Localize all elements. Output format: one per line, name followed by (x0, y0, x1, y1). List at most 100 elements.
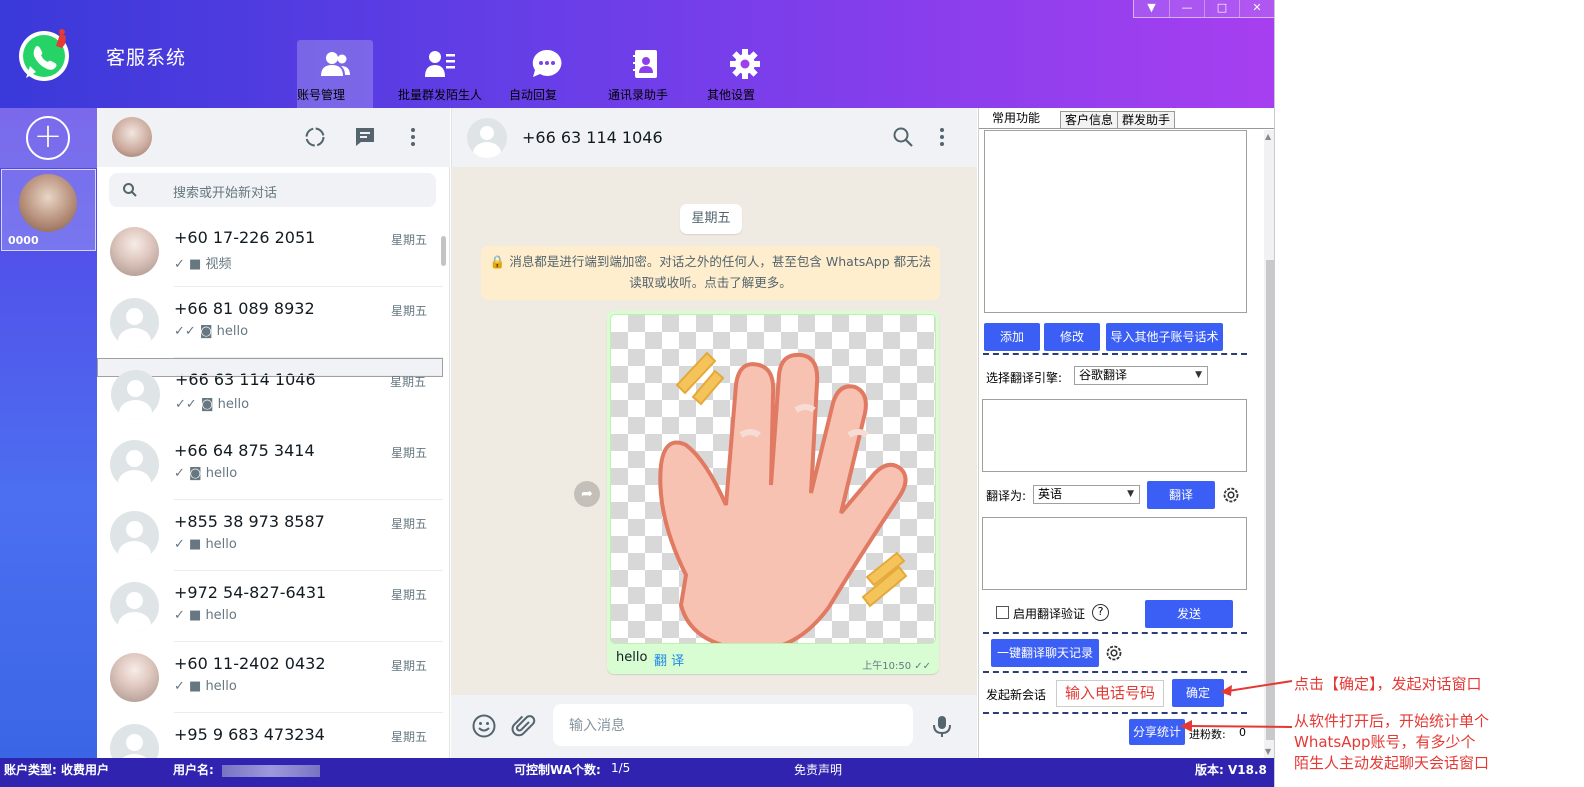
quick-replies-box[interactable] (984, 130, 1247, 313)
divider (983, 353, 1247, 355)
avatar (110, 653, 159, 702)
gear-icon[interactable] (1221, 485, 1241, 505)
share-stats-button[interactable]: 分享统计 (1129, 719, 1185, 745)
send-button[interactable]: 发送 (1145, 600, 1233, 628)
chat-list-item[interactable]: +66 63 114 1046 星期五 ✓✓ ◙ hello (97, 358, 443, 419)
chat-list-item[interactable]: +60 17-226 2051 星期五 ✓ ■ 视频 (97, 216, 443, 287)
search-input[interactable]: 搜索或开始新对话 (109, 173, 436, 207)
confirm-button[interactable]: 确定 (1172, 679, 1224, 707)
tab-label: 其他设置 (707, 88, 756, 102)
message-input[interactable]: 输入消息 (553, 704, 913, 746)
microphone-icon[interactable] (929, 713, 955, 739)
scroll-down-icon[interactable]: ▼ (1265, 747, 1271, 756)
chat-preview: ✓ ■ hello (174, 537, 237, 552)
day-chip: 星期五 (680, 204, 742, 234)
target-language-select[interactable]: 英语 ▼ (1033, 485, 1140, 504)
chat-list-panel: 搜索或开始新对话 +60 17-226 2051 星期五 ✓ ■ 视频 +66 81 … (97, 108, 450, 784)
divider (175, 375, 442, 376)
add-button[interactable]: 添加 (984, 323, 1040, 351)
encryption-notice-line: 🔒 消息都是进行端到端加密。对话之外的任何人，甚至包含 WhatsApp 都无法 (489, 254, 932, 269)
disclaimer-link[interactable]: 免责声明 (794, 761, 842, 778)
chat-name: +95 9 683 473234 (174, 725, 325, 744)
avatar (110, 511, 159, 560)
sticker-image[interactable] (610, 314, 936, 644)
more-options-icon[interactable] (930, 125, 954, 149)
emoji-icon[interactable] (471, 713, 497, 739)
my-avatar[interactable] (112, 117, 152, 157)
tab-account-management[interactable]: 账号管理 (297, 40, 373, 108)
tools-panel: 常用功能 客户信息 群发助手 添加 修改 导入其他子账号话术 选择翻译引擎: 谷… (978, 108, 1274, 758)
chat-list-scrollbar[interactable] (441, 236, 446, 266)
chat-list-item[interactable]: +972 54-827-6431 星期五 ✓ ■ hello (97, 571, 443, 642)
account-name: 0000 (8, 234, 39, 247)
tab-customer-info[interactable]: 客户信息 (1060, 111, 1119, 129)
attach-icon[interactable] (511, 713, 537, 739)
username-redacted (221, 764, 320, 777)
tools-scrollbar[interactable]: ▲ ▼ (1264, 130, 1274, 758)
scroll-up-icon[interactable]: ▲ (1265, 132, 1271, 141)
status-icon[interactable] (303, 125, 327, 149)
chat-name: +60 11-2402 0432 (174, 654, 326, 673)
avatar (110, 298, 159, 347)
chat-list-item[interactable]: +66 64 875 3414 星期五 ✓ ◙ hello (97, 429, 443, 500)
contact-name[interactable]: +66 63 114 1046 (522, 128, 663, 147)
dropdown-menu-button[interactable]: ▼ (1134, 0, 1169, 17)
gear-icon[interactable] (1104, 643, 1124, 663)
chat-bubble-icon (532, 49, 562, 77)
avatar (111, 370, 160, 419)
translate-button[interactable]: 翻译 (1147, 481, 1215, 509)
phone-number-input[interactable]: 输入电话号码 (1056, 680, 1164, 707)
whatsapp-logo-icon (19, 29, 69, 81)
forward-icon[interactable]: ➦ (574, 481, 600, 507)
conversation-panel: +66 63 114 1046 星期五 🔒 消息都是进行端到端加密。对话之外的任… (451, 108, 977, 758)
more-options-icon[interactable] (401, 125, 425, 149)
annotation-stats: 从软件打开后，开始统计单个 WhatsApp账号，有多少个 陌生人主动发起聊天会… (1294, 711, 1489, 774)
chat-preview: ✓ ◙ hello (174, 466, 238, 481)
tab-other-settings[interactable]: 其他设置 (707, 40, 783, 108)
contact-avatar[interactable] (467, 118, 507, 158)
users-icon (321, 52, 350, 76)
chat-date: 星期五 (390, 730, 427, 744)
target-language-label: 翻译为: (986, 489, 1027, 503)
new-chat-label: 发起新会话 (986, 688, 1047, 702)
minimize-button[interactable]: — (1169, 0, 1204, 17)
encryption-notice[interactable]: 🔒 消息都是进行端到端加密。对话之外的任何人，甚至包含 WhatsApp 都无法… (481, 246, 940, 300)
edit-button[interactable]: 修改 (1044, 323, 1100, 351)
import-scripts-button[interactable]: 导入其他子账号话术 (1106, 323, 1223, 351)
translate-link[interactable]: 翻 译 (654, 650, 684, 669)
tab-contacts-assistant[interactable]: 通讯录助手 (608, 40, 684, 108)
annotation-confirm: 点击【确定】，发起对话窗口 (1294, 675, 1482, 693)
translate-history-button[interactable]: 一键翻译聊天记录 (991, 639, 1099, 667)
chat-date: 星期五 (390, 588, 427, 602)
chat-preview: ✓✓ ◙ hello (175, 397, 250, 412)
contacts-book-icon (633, 50, 657, 78)
engine-select[interactable]: 谷歌翻译 ▼ (1074, 366, 1208, 385)
maximize-button[interactable]: □ (1204, 0, 1239, 17)
chat-list-item[interactable]: +66 81 089 8932 星期五 ✓✓ ◙ hello (97, 287, 443, 358)
tab-common-functions[interactable]: 常用功能 (981, 109, 1052, 129)
annotation-arrow (1220, 680, 1293, 696)
account-card[interactable]: 0000 (1, 169, 96, 251)
chat-list-item[interactable]: +60 11-2402 0432 星期五 ✓ ■ hello (97, 642, 443, 713)
translate-result-box[interactable] (982, 517, 1247, 590)
waving-hand-icon (658, 351, 908, 643)
chat-name: +855 38 973 8587 (174, 512, 325, 531)
scrollbar-thumb[interactable] (1266, 260, 1274, 740)
message-bubble[interactable]: hello 翻 译 上午10:50 ✓✓ (607, 311, 939, 674)
search-icon[interactable] (891, 125, 915, 149)
help-icon[interactable]: ? (1092, 604, 1109, 621)
translate-source-box[interactable] (982, 399, 1247, 472)
add-account-button[interactable]: + (0, 108, 97, 168)
tab-bulk-assistant[interactable]: 群发助手 (1117, 111, 1176, 129)
chat-date: 星期五 (390, 517, 427, 531)
verify-checkbox[interactable] (996, 606, 1009, 619)
tab-bulk-message[interactable]: 批量群发陌生人 (398, 40, 482, 108)
encryption-notice-line: 读取或收听。点击了解更多。 (629, 275, 792, 290)
close-button[interactable]: ✕ (1239, 0, 1274, 17)
annotation-arrow (1180, 720, 1293, 732)
chat-list-item[interactable]: +855 38 973 8587 星期五 ✓ ■ hello (97, 500, 443, 571)
tools-tabs: 常用功能 客户信息 群发助手 (981, 109, 1176, 129)
tab-auto-reply[interactable]: 自动回复 (509, 40, 585, 108)
user-list-icon (425, 51, 455, 77)
new-chat-icon[interactable] (353, 125, 377, 149)
